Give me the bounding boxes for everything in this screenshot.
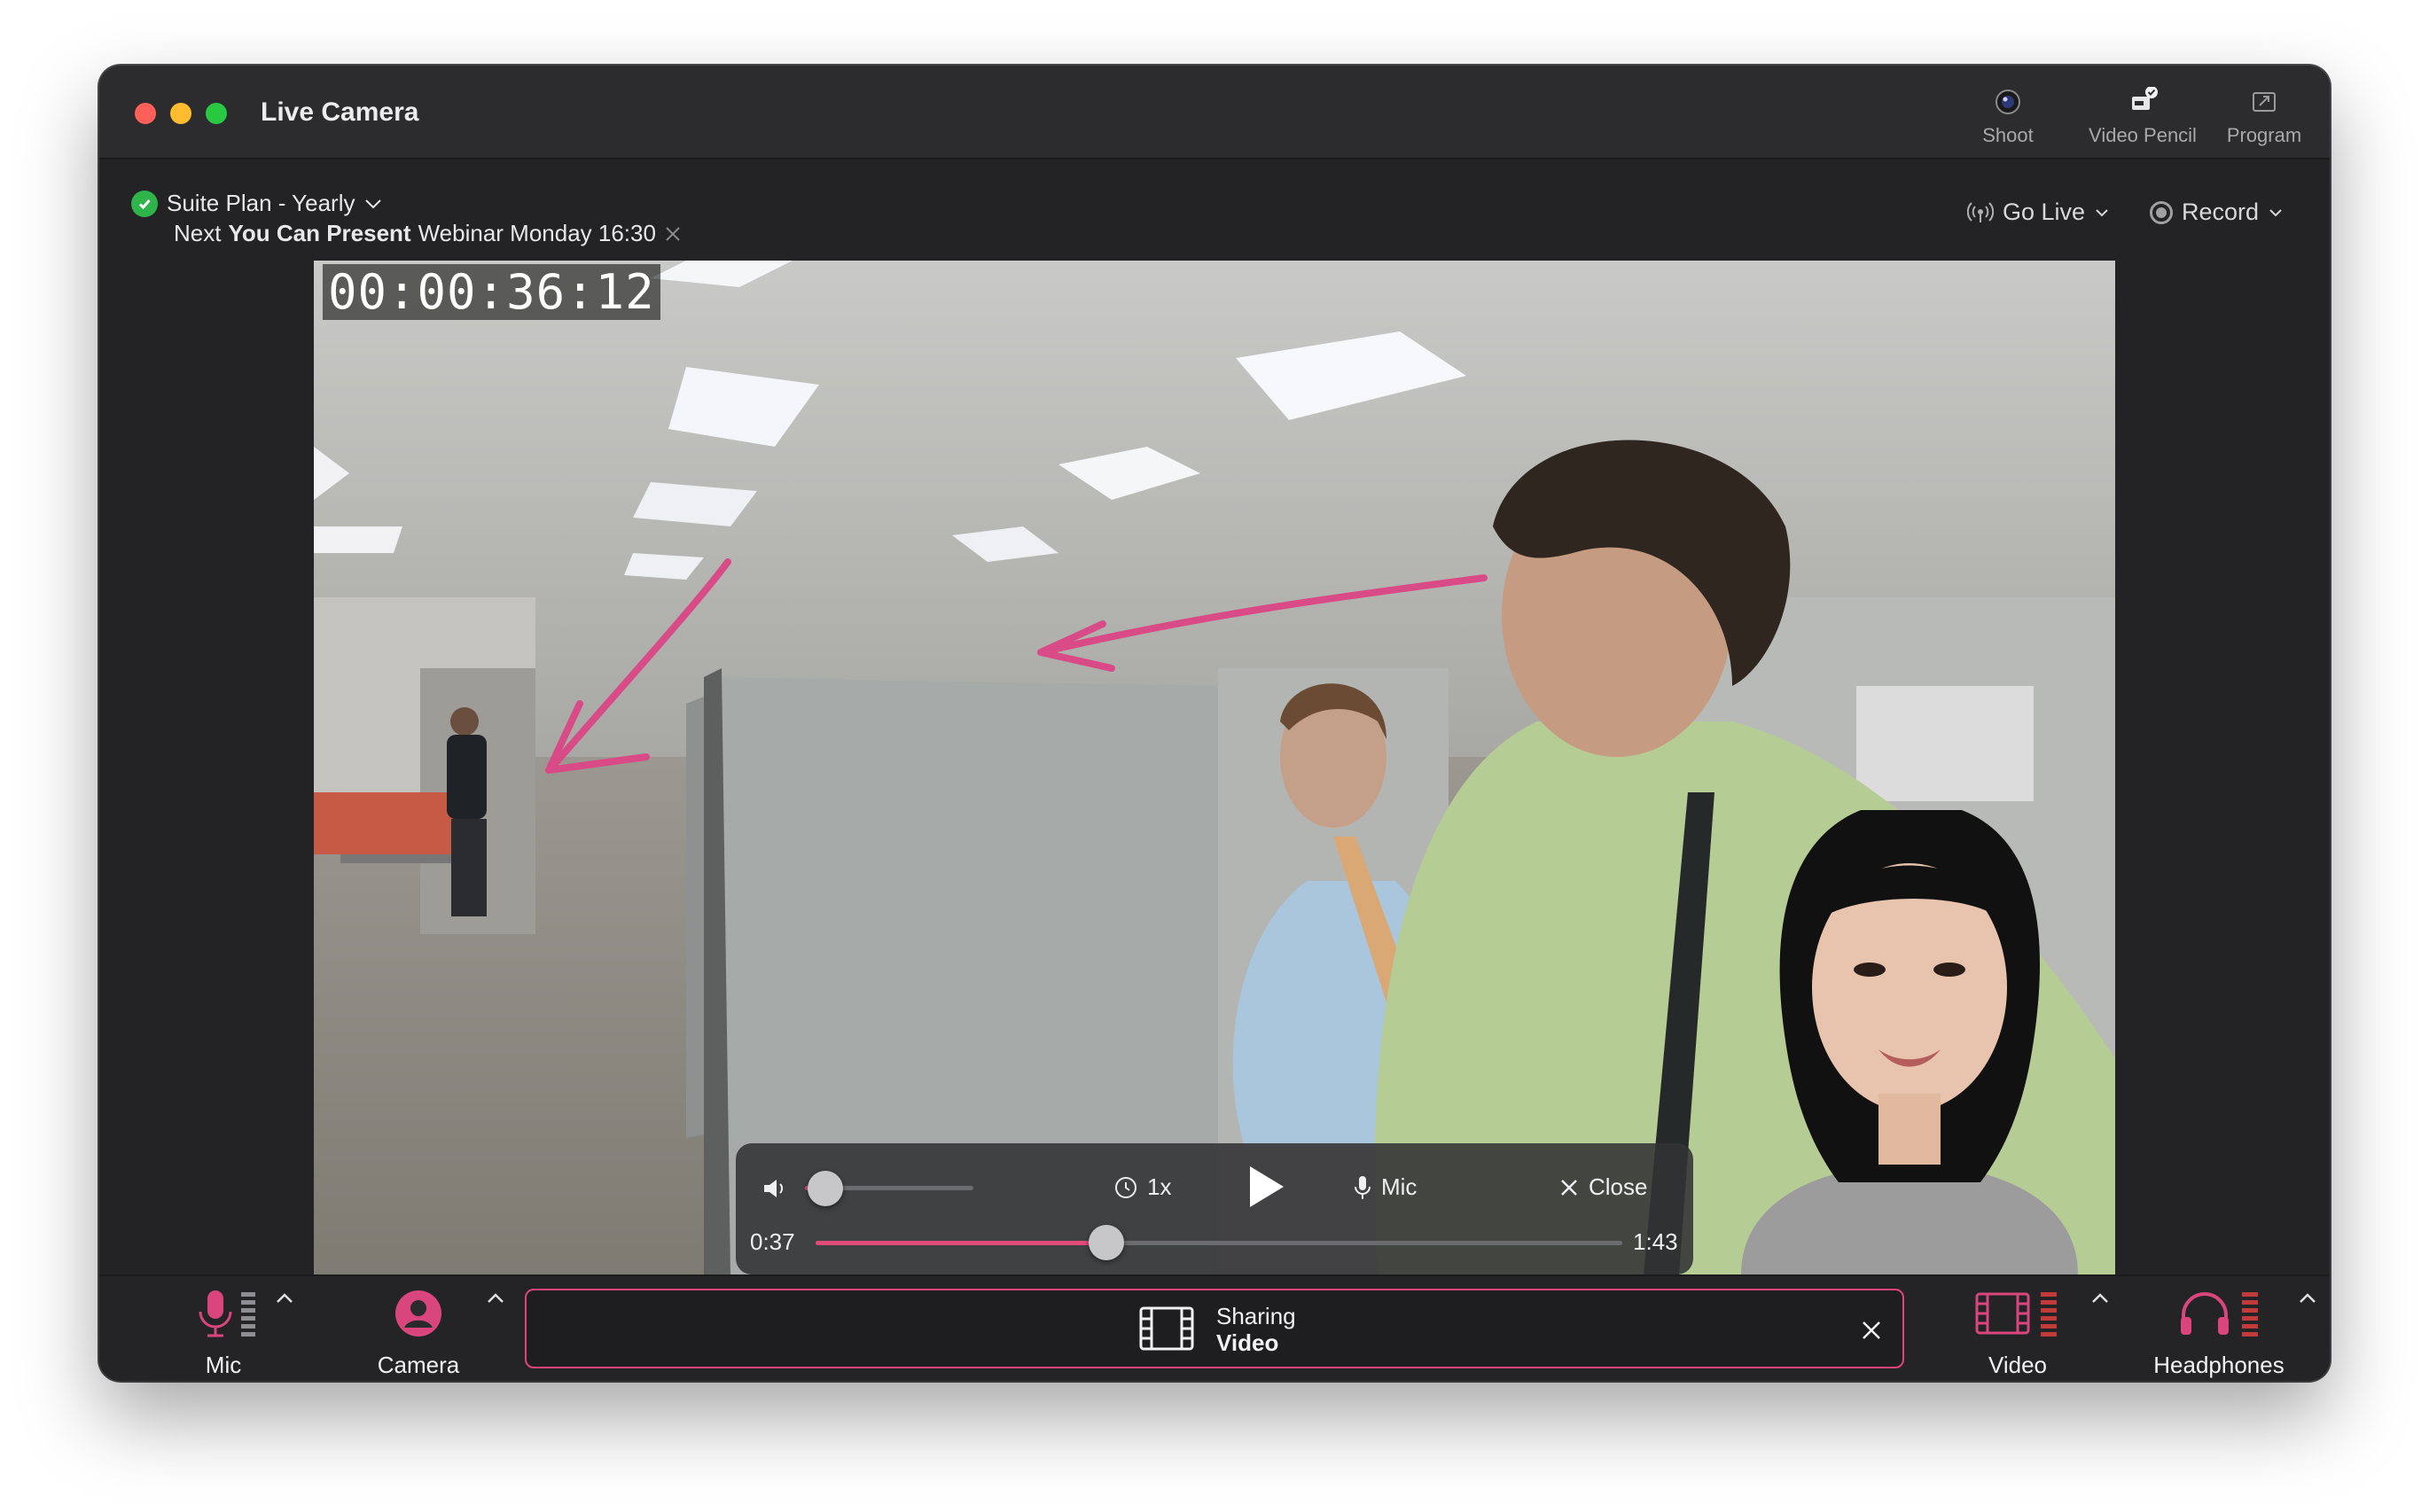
speed-label: 1x xyxy=(1147,1173,1172,1200)
go-live-label: Go Live xyxy=(2002,199,2085,225)
speaker-icon[interactable] xyxy=(762,1177,787,1200)
close-window-button[interactable] xyxy=(135,103,156,124)
player-mic-label: Mic xyxy=(1381,1173,1418,1200)
presenter-camera-overlay xyxy=(1688,810,2115,1274)
dock-mic-label: Mic xyxy=(205,1352,242,1378)
chevron-down-icon xyxy=(2096,208,2108,216)
dock-mic-button[interactable]: Mic xyxy=(170,1289,277,1379)
video-pencil-button[interactable]: Video Pencil xyxy=(2078,87,2207,152)
dock-headphones-label: Headphones xyxy=(2153,1352,2285,1378)
sharing-label: Sharing xyxy=(1216,1303,1296,1329)
verified-check-icon xyxy=(131,190,158,217)
close-icon xyxy=(1561,1179,1577,1196)
dock-video-button[interactable]: Video xyxy=(1964,1289,2071,1379)
current-time: 0:37 xyxy=(750,1228,795,1255)
sharing-banner[interactable]: Sharing Video xyxy=(525,1289,1904,1368)
expand-icon xyxy=(2253,92,2276,112)
microphone-icon xyxy=(1355,1175,1371,1199)
mic-options-chevron-up-icon[interactable] xyxy=(271,1285,298,1312)
seek-progress-fill xyxy=(816,1241,1106,1245)
video-stage[interactable]: 00:00:36:12 1x Mic Close 0:37 1:43 xyxy=(314,261,2115,1274)
play-icon[interactable] xyxy=(1246,1165,1285,1209)
player-mic-button[interactable]: Mic xyxy=(1353,1173,1417,1201)
bottom-dock: Mic Camera Sharing Video Video Headphone… xyxy=(99,1274,2330,1381)
plan-selector[interactable]: Suite Plan - Yearly xyxy=(131,190,383,217)
app-window: Live Camera Shoot Video Pencil Program S… xyxy=(99,66,2330,1381)
next-event-detail: Webinar Monday 16:30 xyxy=(418,220,656,246)
timecode-overlay: 00:00:36:12 xyxy=(323,264,660,320)
presenter-image xyxy=(1741,810,2078,1274)
minimize-window-button[interactable] xyxy=(170,103,191,124)
media-player-controls: 1x Mic Close 0:37 1:43 xyxy=(736,1143,1693,1274)
dismiss-icon[interactable] xyxy=(663,224,683,244)
dock-headphones-button[interactable]: Headphones xyxy=(2152,1289,2285,1379)
stop-sharing-close-icon[interactable] xyxy=(1860,1319,1883,1342)
next-prefix: Next xyxy=(174,220,222,246)
sharing-value: Video xyxy=(1216,1329,1279,1356)
plan-label: Suite Plan - Yearly xyxy=(167,190,355,216)
chevron-down-icon xyxy=(2269,208,2282,216)
dock-camera-label: Camera xyxy=(377,1352,460,1378)
broadcast-icon xyxy=(1966,201,1994,222)
record-icon xyxy=(2149,200,2173,224)
close-player-button[interactable]: Close xyxy=(1558,1173,1647,1201)
duration-time: 1:43 xyxy=(1633,1228,1678,1255)
headphones-icon xyxy=(2181,1292,2258,1337)
headphones-options-chevron-up-icon[interactable] xyxy=(2294,1285,2321,1312)
window-title: Live Camera xyxy=(261,97,419,127)
video-pencil-icon xyxy=(2132,87,2158,110)
shoot-button[interactable]: Shoot xyxy=(1968,87,2048,152)
volume-slider-handle[interactable] xyxy=(808,1171,843,1206)
user-avatar-icon xyxy=(395,1290,441,1337)
next-event-notice: Next You Can Present Webinar Monday 16:3… xyxy=(174,220,683,247)
shoot-label: Shoot xyxy=(1982,124,2034,146)
playback-speed-button[interactable]: 1x xyxy=(1113,1173,1171,1201)
microphone-icon xyxy=(199,1290,255,1337)
go-live-button[interactable]: Go Live xyxy=(1966,199,2110,226)
film-strip-icon xyxy=(1139,1306,1194,1351)
program-button[interactable]: Program xyxy=(2220,87,2308,152)
close-label: Close xyxy=(1589,1173,1648,1200)
dock-camera-button[interactable]: Camera xyxy=(365,1289,472,1379)
video-film-icon xyxy=(1975,1292,2057,1337)
sharing-text: Sharing Video xyxy=(1216,1303,1296,1356)
next-event-name: You Can Present xyxy=(228,220,411,246)
seek-slider-handle[interactable] xyxy=(1089,1225,1124,1260)
camera-lens-icon xyxy=(1996,90,2020,114)
zoom-window-button[interactable] xyxy=(206,103,227,124)
timer-icon xyxy=(1115,1176,1136,1198)
program-label: Program xyxy=(2226,124,2302,146)
video-pencil-label: Video Pencil xyxy=(2089,124,2197,146)
chevron-down-icon xyxy=(365,199,382,208)
record-label: Record xyxy=(2181,199,2259,225)
dock-video-label: Video xyxy=(1988,1352,2048,1378)
video-options-chevron-up-icon[interactable] xyxy=(2087,1285,2113,1312)
camera-options-chevron-up-icon[interactable] xyxy=(482,1285,509,1312)
title-bar: Live Camera Shoot Video Pencil Program xyxy=(99,66,2330,160)
record-button[interactable]: Record xyxy=(2149,199,2284,226)
